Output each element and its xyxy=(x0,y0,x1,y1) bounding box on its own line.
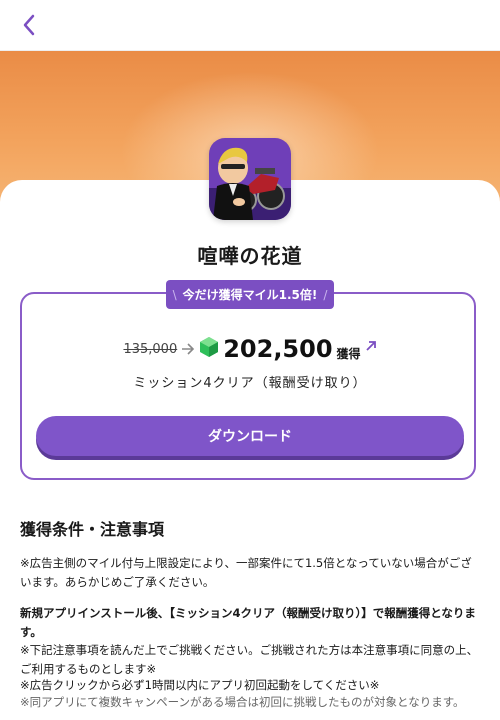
notice-item: 新規アプリインストール後、【ミッション4クリア（報酬受け取り）】で報酬獲得となり… xyxy=(20,606,476,639)
notice-item: ※広告主側のマイル付与上限設定により、一部案件にて1.5倍となっていない場合がご… xyxy=(20,556,472,589)
badge-text: 今だけ獲得マイル1.5倍! xyxy=(182,288,318,302)
top-bar xyxy=(0,0,500,51)
old-miles: 135,000 xyxy=(123,341,178,357)
new-miles: 202,500 xyxy=(223,335,333,363)
chevron-left-icon xyxy=(23,14,35,36)
badge-prefix: \ xyxy=(172,287,177,302)
reward-row: 135,000 202,500 獲得 xyxy=(0,332,500,366)
get-label: 獲得 xyxy=(336,346,361,361)
app-title: 喧嘩の花道 xyxy=(197,244,303,268)
external-arrow-icon xyxy=(365,337,377,356)
download-button[interactable]: ダウンロード xyxy=(36,416,464,456)
promo-badge: \ 今だけ獲得マイル1.5倍! / xyxy=(166,280,334,309)
gem-icon xyxy=(199,336,219,362)
notice-item: ※下記注意事項を読んだ上でご挑戦ください。ご挑戦された方は本注意事項に同意の上、… xyxy=(20,643,479,676)
app-icon xyxy=(209,138,291,220)
back-button[interactable] xyxy=(14,10,44,40)
mission-text: ミッション4クリア（報酬受け取り） xyxy=(133,376,367,391)
notice-item: ※同アプリにて複数キャンペーンがある場合は初回に挑戦したものが対象となります。 xyxy=(20,695,465,709)
badge-suffix: / xyxy=(323,287,328,302)
conditions-heading: 獲得条件・注意事項 xyxy=(20,520,165,539)
arrow-right-icon xyxy=(181,340,195,359)
